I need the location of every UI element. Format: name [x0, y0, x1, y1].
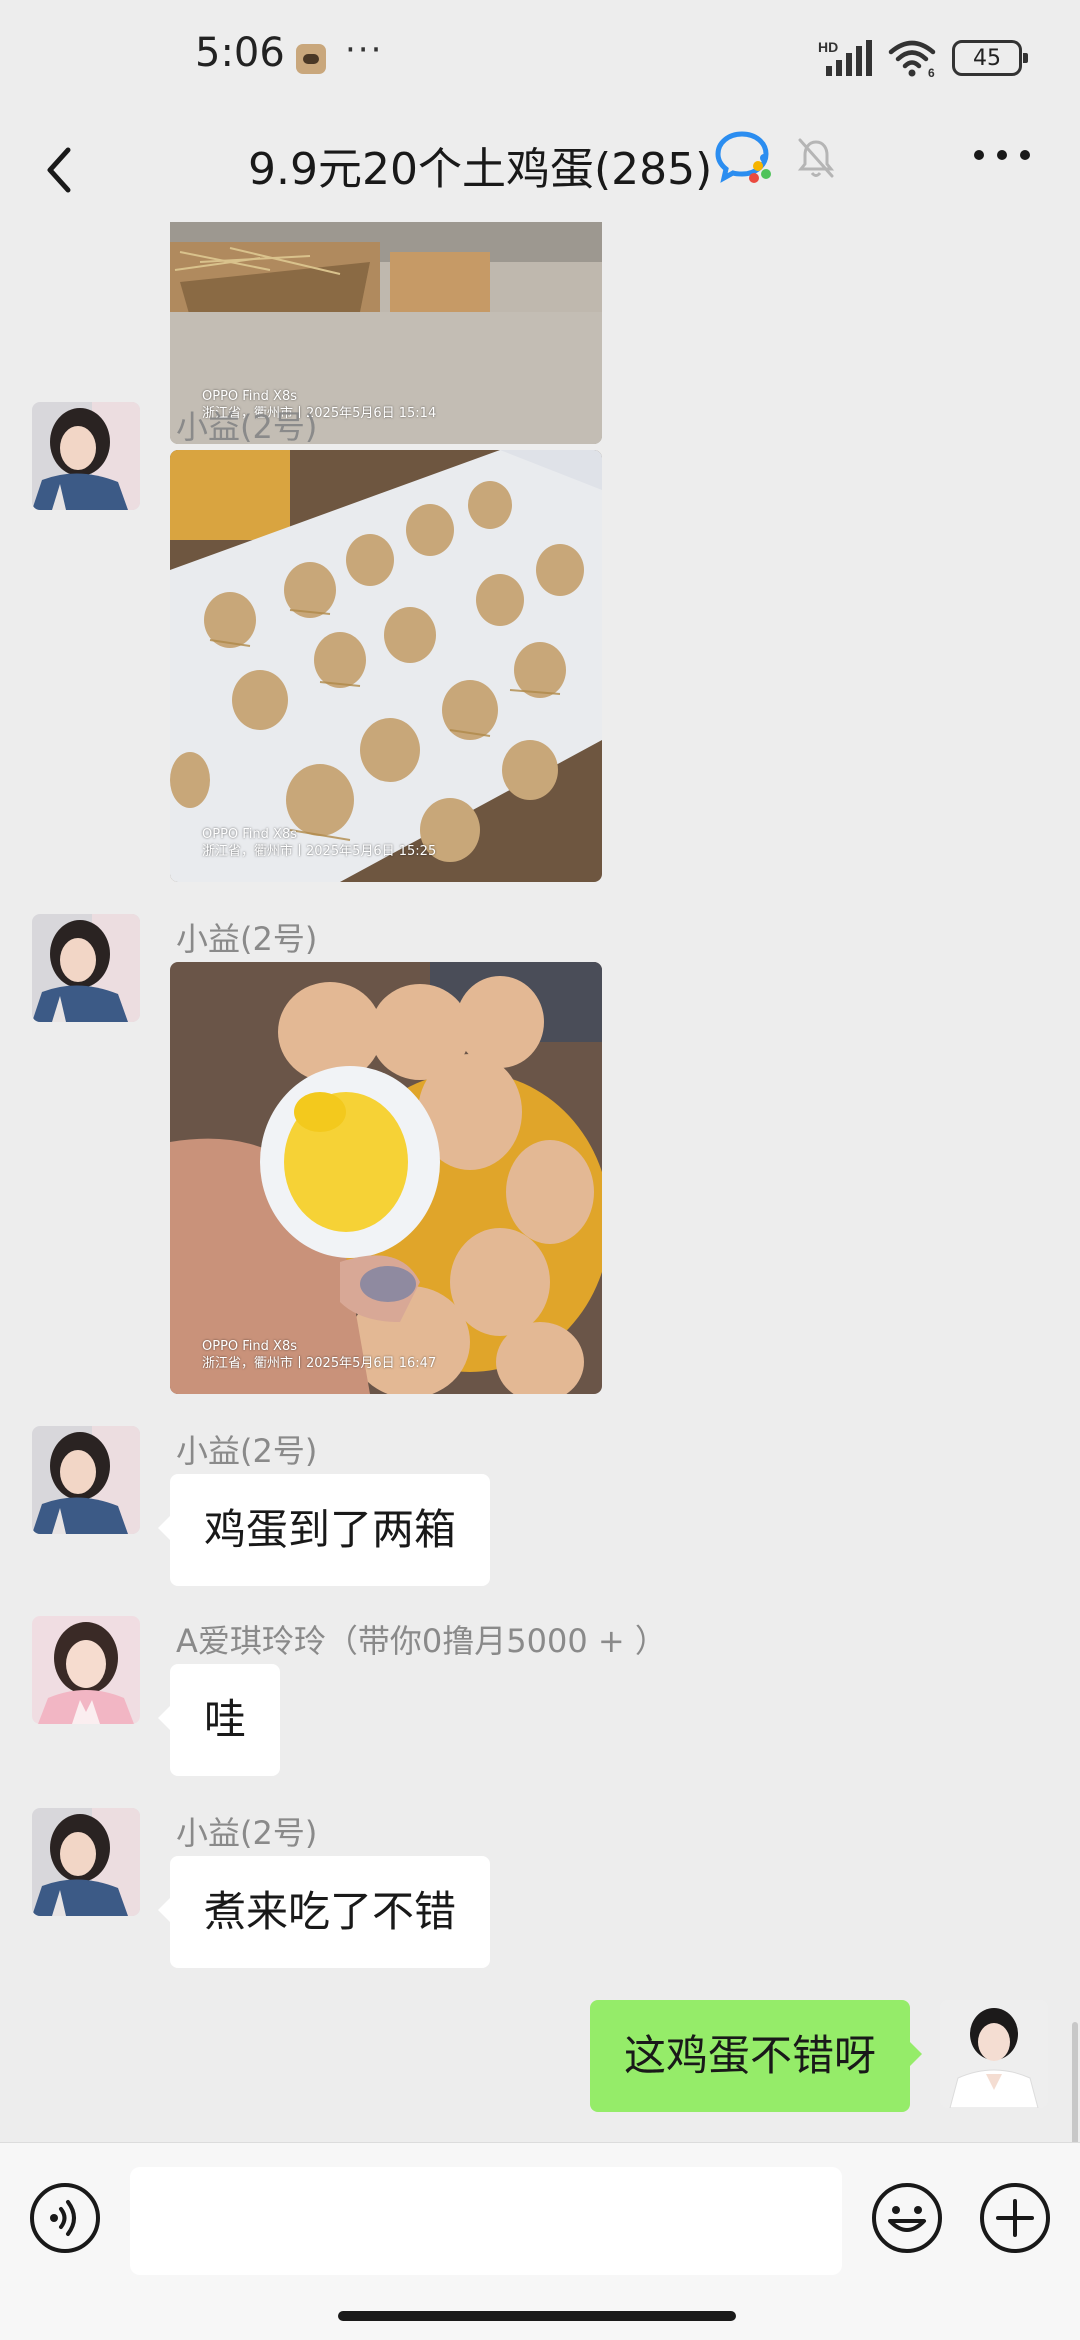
text-message-bubble[interactable]: 哇 — [157, 1664, 281, 1776]
notification-app-icon — [296, 44, 326, 74]
watermark-device: OPPO Find X8s — [202, 1339, 297, 1354]
message-input[interactable] — [130, 2167, 842, 2275]
photo-message[interactable]: OPPO Find X8s 浙江省，衢州市丨2025年5月6日 15:25 — [170, 450, 602, 882]
svg-text:6: 6 — [928, 66, 935, 78]
more-dot — [1020, 150, 1030, 160]
sender-name: 小益(2号) — [176, 408, 318, 446]
avatar[interactable] — [32, 1426, 140, 1534]
watermark-location: 浙江省，衢州市丨2025年5月6日 15:25 — [202, 844, 437, 859]
sender-name: 小益(2号) — [176, 920, 318, 958]
eggs-in-tray-photo — [170, 450, 602, 882]
watermark-device: OPPO Find X8s — [202, 827, 297, 842]
avatar-image-xiaoyi — [32, 1808, 140, 1916]
wifi-icon: 6 — [888, 40, 936, 78]
more-dot — [997, 150, 1007, 160]
photo-message[interactable]: OPPO Find X8s 浙江省，衢州市丨2025年5月6日 16:47 — [170, 962, 602, 1394]
message-list[interactable]: OPPO Find X8s 浙江省，衢州市丨2025年5月6日 15:14 小益… — [0, 222, 1080, 2142]
photo-watermark: OPPO Find X8s 浙江省，衢州市丨2025年5月6日 16:47 — [202, 1338, 436, 1372]
status-time: 5:06 — [195, 30, 285, 76]
chat-header: 9.9元20个土鸡蛋(285) — [0, 118, 1080, 222]
mute-bell-icon — [797, 138, 835, 178]
status-bar: 5:06 ··· HD 6 45 — [0, 0, 1080, 118]
watermark-location: 浙江省，衢州市丨2025年5月6日 16:47 — [202, 1356, 437, 1371]
avatar-image-self — [940, 2000, 1048, 2108]
boiled-egg-photo — [170, 962, 602, 1394]
text-message-bubble[interactable]: 鸡蛋到了两箱 — [157, 1474, 491, 1586]
more-options-button[interactable] — [974, 150, 1030, 164]
network-hd-label: HD — [818, 39, 838, 55]
cellular-signal-icon: HD — [818, 39, 872, 76]
more-actions-plus-button[interactable] — [978, 2181, 1052, 2255]
avatar-image-xiaoyi — [32, 1426, 140, 1534]
battery-level: 45 — [973, 45, 1001, 71]
input-bar — [0, 2142, 1080, 2340]
sender-name: 小益(2号) — [176, 1814, 318, 1852]
home-indicator[interactable] — [338, 2311, 736, 2321]
emoji-button[interactable] — [870, 2181, 944, 2255]
more-notifications-icon: ··· — [345, 30, 384, 70]
voice-input-button[interactable] — [28, 2181, 102, 2255]
avatar-image-aiqi — [32, 1616, 140, 1724]
back-button[interactable] — [36, 130, 106, 210]
sender-name: A爱琪玲玲（带你0撸月5000 + ） — [176, 1622, 667, 1660]
avatar[interactable] — [32, 1808, 140, 1916]
avatar[interactable] — [32, 914, 140, 1022]
sender-name: 小益(2号) — [176, 1432, 318, 1470]
photo-watermark: OPPO Find X8s 浙江省，衢州市丨2025年5月6日 15:25 — [202, 826, 436, 860]
avatar-image-xiaoyi — [32, 402, 140, 510]
avatar[interactable] — [32, 1616, 140, 1724]
my-avatar[interactable] — [940, 2000, 1048, 2108]
status-indicators: HD 6 45 — [818, 36, 1028, 80]
text-message-bubble[interactable]: 煮来吃了不错 — [157, 1856, 491, 1968]
avatar[interactable] — [32, 402, 140, 510]
wecom-group-icon — [715, 131, 771, 183]
battery-icon: 45 — [952, 40, 1028, 76]
sent-message-bubble[interactable]: 这鸡蛋不错呀 — [589, 2000, 923, 2112]
more-dot — [974, 150, 984, 160]
avatar-image-xiaoyi — [32, 914, 140, 1022]
chat-title[interactable]: 9.9元20个土鸡蛋(285) — [248, 126, 712, 214]
scrollbar[interactable] — [1072, 2022, 1078, 2142]
